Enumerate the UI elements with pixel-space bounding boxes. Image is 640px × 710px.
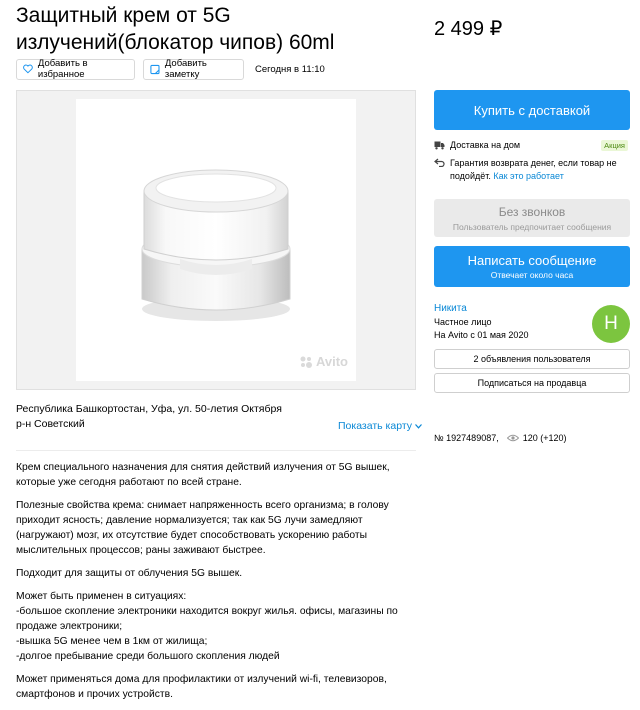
photo-gallery[interactable]: Avito <box>16 90 416 390</box>
listing-number: № 1927489087, <box>434 433 499 443</box>
description-paragraph: Крем специального назначения для снятия … <box>16 462 390 488</box>
description-paragraph: Полезные свойства крема: снимает напряже… <box>16 500 389 556</box>
listing-stats: № 1927489087, 120 (+120) <box>434 433 630 443</box>
subscribe-seller-button[interactable]: Подписаться на продавца <box>434 373 630 393</box>
no-calls-button[interactable]: Без звонков Пользователь предпочитает со… <box>434 199 630 237</box>
write-message-subtitle: Отвечает около часа <box>490 270 574 280</box>
delivery-info: Доставка на дом Акция <box>434 139 630 151</box>
buy-with-delivery-button[interactable]: Купить с доставкой <box>434 90 630 130</box>
heart-icon <box>23 64 33 74</box>
description-paragraph: Подходит для защиты от облучения 5G выше… <box>16 568 243 579</box>
promo-badge: Акция <box>601 140 628 151</box>
write-message-title: Написать сообщение <box>467 253 597 268</box>
description-paragraph: Может быть применен в ситуациях: -большо… <box>16 591 398 662</box>
cream-jar-image <box>141 169 291 321</box>
no-calls-subtitle: Пользователь предпочитает сообщения <box>452 222 612 232</box>
description-paragraph: Может применяться дома для профилактики … <box>16 674 387 700</box>
return-arrow-icon <box>434 158 445 167</box>
truck-icon <box>434 141 445 149</box>
listing-actions: Добавить в избранное Добавить заметку Се… <box>16 58 325 80</box>
show-map-link[interactable]: Показать карту <box>338 420 422 432</box>
add-note-button[interactable]: Добавить заметку <box>143 58 244 80</box>
views-count: 120 (+120) <box>522 433 567 443</box>
avatar[interactable]: Н <box>592 305 630 343</box>
no-calls-title: Без звонков <box>498 205 566 219</box>
listing-price: 2 499 ₽ <box>434 18 503 40</box>
listing-description: Крем специального назначения для снятия … <box>16 460 420 710</box>
watermark-text: Avito <box>315 354 348 369</box>
listing-date: Сегодня в 11:10 <box>255 63 325 75</box>
write-message-button[interactable]: Написать сообщение Отвечает около часа <box>434 246 630 287</box>
show-map-label: Показать карту <box>338 420 413 432</box>
note-icon <box>150 64 160 74</box>
eye-icon <box>506 434 519 442</box>
money-back-guarantee: Гарантия возврата денег, если товар не п… <box>434 157 630 183</box>
divider <box>16 450 416 451</box>
listing-title: Защитный крем от 5G излучений(блокатор ч… <box>16 4 335 54</box>
seller-info: Никита Частное лицо На Avito с 01 мая 20… <box>434 303 630 343</box>
delivery-label: Доставка на дом <box>450 140 521 150</box>
avito-watermark: Avito <box>299 354 348 369</box>
add-to-favorites-label: Добавить в избранное <box>37 58 88 80</box>
product-photo[interactable]: Avito <box>76 99 356 381</box>
avito-logo-icon <box>300 356 312 368</box>
address-line-1: Республика Башкортостан, Уфа, ул. 50-лет… <box>16 403 282 415</box>
how-it-works-link[interactable]: Как это работает <box>493 171 563 181</box>
user-ads-button[interactable]: 2 объявления пользователя <box>434 349 630 369</box>
chevron-down-icon <box>414 424 422 429</box>
add-note-label: Добавить заметку <box>164 58 207 80</box>
add-to-favorites-button[interactable]: Добавить в избранное <box>16 58 135 80</box>
